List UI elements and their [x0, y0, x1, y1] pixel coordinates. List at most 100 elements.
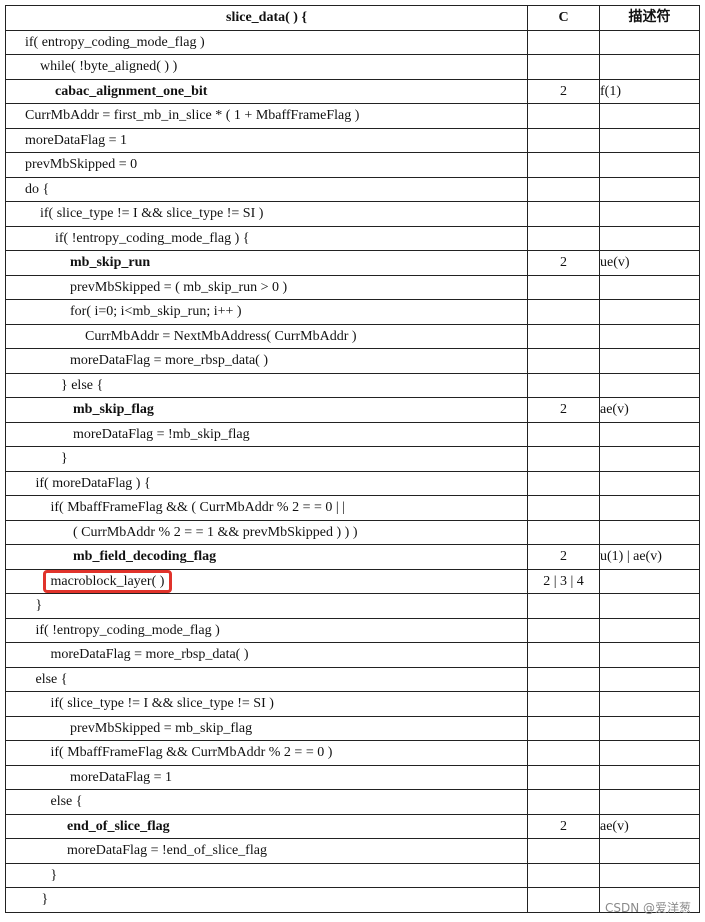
table-row: if( !entropy_coding_mode_flag ) {	[5, 225, 700, 251]
syntax-cell: ( CurrMbAddr % 2 = = 1 && prevMbSkipped …	[5, 519, 528, 545]
category-cell	[527, 642, 600, 668]
descriptor-cell	[599, 299, 700, 325]
syntax-text: if( MbaffFrameFlag && CurrMbAddr % 2 = =…	[50, 745, 333, 760]
syntax-cell: moreDataFlag = more_rbsp_data( )	[5, 642, 528, 668]
syntax-text: moreDataFlag = 1	[70, 769, 172, 785]
table-row: if( MbaffFrameFlag && CurrMbAddr % 2 = =…	[5, 740, 700, 766]
syntax-text: prevMbSkipped = ( mb_skip_run > 0 )	[70, 279, 288, 295]
table-row: }	[5, 593, 700, 619]
descriptor-cell	[599, 176, 700, 202]
category-cell	[527, 789, 600, 815]
descriptor-cell	[599, 519, 700, 545]
syntax-cell: mb_field_decoding_flag	[5, 544, 528, 570]
table-row: mb_skip_flag 2 ae(v)	[5, 397, 700, 423]
descriptor-cell	[599, 29, 700, 55]
syntax-cell: moreDataFlag = !mb_skip_flag	[5, 421, 528, 447]
descriptor-cell	[599, 568, 700, 594]
syntax-text: if( MbaffFrameFlag && ( CurrMbAddr % 2 =…	[50, 500, 346, 515]
table-row: if( entropy_coding_mode_flag )	[5, 29, 700, 55]
category-cell	[527, 299, 600, 325]
descriptor-cell	[599, 446, 700, 472]
syntax-cell: if( slice_type != I && slice_type != SI …	[5, 201, 528, 227]
category-cell	[527, 593, 600, 619]
descriptor-cell	[599, 348, 700, 374]
table-row: prevMbSkipped = ( mb_skip_run > 0 )	[5, 274, 700, 300]
syntax-text: while( !byte_aligned( ) )	[40, 59, 178, 74]
syntax-cell: prevMbSkipped = ( mb_skip_run > 0 )	[5, 274, 528, 300]
descriptor-cell	[599, 225, 700, 251]
descriptor-cell: ae(v)	[599, 813, 700, 839]
syntax-text: cabac_alignment_one_bit	[55, 83, 208, 99]
table-row: for( i=0; i<mb_skip_run; i++ )	[5, 299, 700, 325]
table-row: prevMbSkipped = mb_skip_flag	[5, 715, 700, 741]
table-row: moreDataFlag = more_rbsp_data( )	[5, 348, 700, 374]
syntax-cell: if( !entropy_coding_mode_flag )	[5, 617, 528, 643]
category-cell: 2	[527, 250, 600, 276]
table-row: } else {	[5, 372, 700, 398]
descriptor-cell	[599, 127, 700, 153]
syntax-table: slice_data( ) { C 描述符 if( entropy_coding…	[5, 5, 700, 913]
category-cell	[527, 666, 600, 692]
syntax-text: ( CurrMbAddr % 2 = = 1 && prevMbSkipped …	[73, 524, 358, 540]
syntax-cell: if( moreDataFlag ) {	[5, 470, 528, 496]
table-row: if( !entropy_coding_mode_flag )	[5, 617, 700, 643]
syntax-text: if( !entropy_coding_mode_flag )	[35, 622, 220, 638]
category-cell	[527, 103, 600, 129]
descriptor-cell	[599, 152, 700, 178]
header-row: slice_data( ) { C 描述符	[5, 5, 700, 31]
table-row: cabac_alignment_one_bit 2 f(1)	[5, 78, 700, 104]
table-row: moreDataFlag = !end_of_slice_flag	[5, 838, 700, 864]
syntax-cell: do {	[5, 176, 528, 202]
descriptor-cell	[599, 691, 700, 717]
category-cell	[527, 495, 600, 521]
syntax-cell: for( i=0; i<mb_skip_run; i++ )	[5, 299, 528, 325]
descriptor-cell	[599, 593, 700, 619]
table-row: moreDataFlag = 1	[5, 127, 700, 153]
syntax-cell: macroblock_layer( )	[5, 568, 528, 594]
syntax-cell: if( entropy_coding_mode_flag )	[5, 29, 528, 55]
descriptor-cell	[599, 54, 700, 80]
category-cell	[527, 29, 600, 55]
category-cell	[527, 470, 600, 496]
descriptor-cell	[599, 103, 700, 129]
syntax-cell: moreDataFlag = !end_of_slice_flag	[5, 838, 528, 864]
descriptor-cell	[599, 421, 700, 447]
category-cell	[527, 715, 600, 741]
syntax-text: if( moreDataFlag ) {	[35, 475, 151, 491]
syntax-cell: }	[5, 446, 528, 472]
syntax-cell: if( MbaffFrameFlag && ( CurrMbAddr % 2 =…	[5, 495, 528, 521]
syntax-cell: while( !byte_aligned( ) )	[5, 54, 528, 80]
category-cell	[527, 201, 600, 227]
descriptor-cell	[599, 642, 700, 668]
descriptor-cell: u(1) | ae(v)	[599, 544, 700, 570]
syntax-text: else {	[35, 671, 68, 687]
syntax-text: } else {	[61, 377, 104, 393]
syntax-cell: mb_skip_run	[5, 250, 528, 276]
syntax-cell: }	[5, 593, 528, 619]
syntax-rows: if( entropy_coding_mode_flag ) while( !by…	[5, 29, 700, 913]
descriptor-cell	[599, 862, 700, 888]
category-cell	[527, 862, 600, 888]
syntax-text: CurrMbAddr = NextMbAddress( CurrMbAddr )	[85, 328, 357, 344]
header-syntax: slice_data( ) {	[5, 5, 528, 31]
table-row: mb_field_decoding_flag 2 u(1) | ae(v)	[5, 544, 700, 570]
syntax-text: mb_skip_run	[70, 255, 151, 270]
table-row: moreDataFlag = !mb_skip_flag	[5, 421, 700, 447]
table-row: if( slice_type != I && slice_type != SI …	[5, 201, 700, 227]
syntax-text: do {	[25, 181, 50, 197]
category-cell: 2	[527, 813, 600, 839]
syntax-text: else {	[50, 794, 83, 809]
descriptor-cell	[599, 201, 700, 227]
syntax-text: moreDataFlag = !mb_skip_flag	[73, 426, 250, 442]
table-row: prevMbSkipped = 0	[5, 152, 700, 178]
category-cell	[527, 54, 600, 80]
syntax-text: moreDataFlag = more_rbsp_data( )	[70, 353, 268, 368]
syntax-cell: else {	[5, 789, 528, 815]
category-cell: 2 | 3 | 4	[527, 568, 600, 594]
syntax-text: prevMbSkipped = mb_skip_flag	[70, 720, 253, 736]
descriptor-cell	[599, 838, 700, 864]
syntax-cell: else {	[5, 666, 528, 692]
category-cell	[527, 421, 600, 447]
descriptor-cell	[599, 323, 700, 349]
table-row: }	[5, 862, 700, 888]
